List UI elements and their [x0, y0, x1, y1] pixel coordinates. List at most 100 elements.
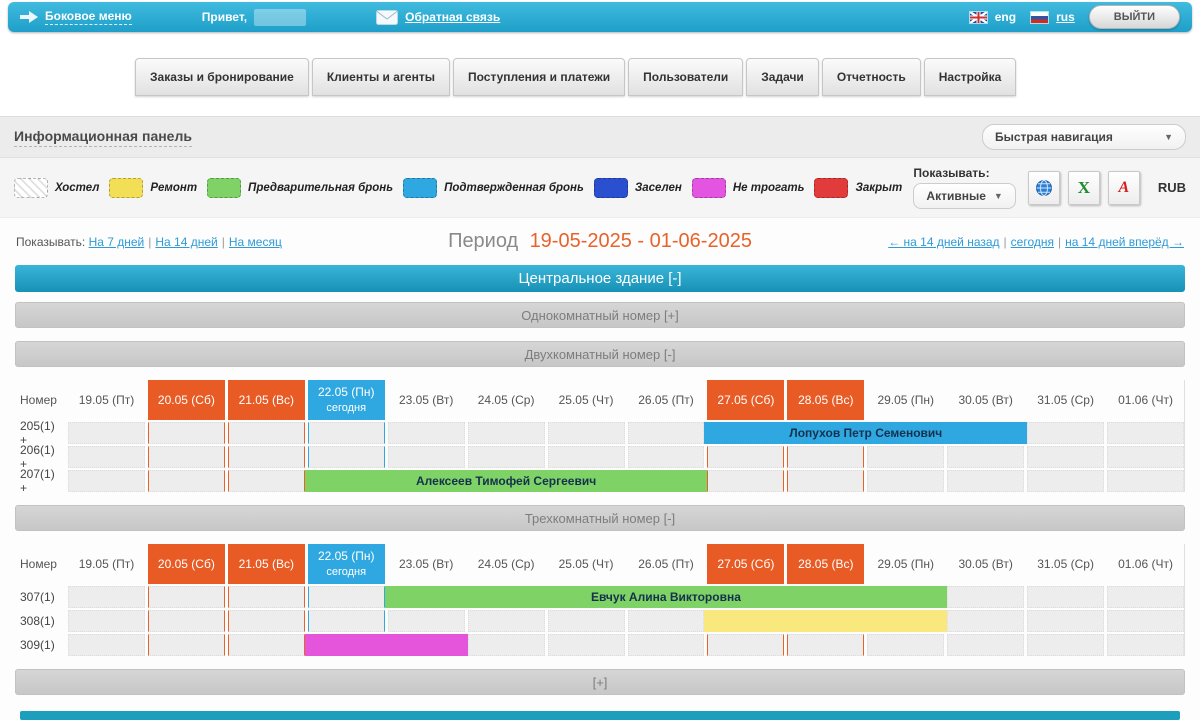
day-cell[interactable]	[68, 470, 145, 492]
day-cell[interactable]	[1107, 470, 1184, 492]
day-cell[interactable]	[1107, 446, 1184, 468]
day-cell[interactable]	[1027, 446, 1104, 468]
day-cell[interactable]	[1027, 634, 1104, 656]
day-cell[interactable]	[308, 586, 385, 608]
room-type-bar[interactable]: Однокомнатный номер [+]	[15, 302, 1185, 328]
day-cell[interactable]	[468, 610, 545, 632]
day-cell[interactable]	[308, 610, 385, 632]
day-cell[interactable]	[468, 422, 545, 444]
excel-export-icon[interactable]: X	[1068, 171, 1100, 205]
day-cell[interactable]	[308, 446, 385, 468]
day-cell[interactable]	[228, 446, 305, 468]
nav-tab[interactable]: Поступления и платежи	[453, 58, 625, 96]
day-cell[interactable]	[628, 610, 705, 632]
day-cell[interactable]	[468, 446, 545, 468]
day-cell[interactable]	[148, 586, 225, 608]
web-export-icon[interactable]	[1028, 171, 1060, 205]
day-cell[interactable]	[148, 634, 225, 656]
day-cell[interactable]	[707, 470, 784, 492]
day-cell[interactable]	[867, 446, 944, 468]
day-cell[interactable]	[228, 422, 305, 444]
day-cell[interactable]	[228, 610, 305, 632]
day-cell[interactable]	[68, 610, 145, 632]
day-cell[interactable]	[947, 586, 1024, 608]
back-14-days-link[interactable]: ← на 14 дней назад	[888, 235, 999, 249]
day-cell[interactable]	[548, 446, 625, 468]
quick-navigation-select[interactable]: Быстрая навигация ▼	[982, 124, 1186, 150]
day-cell[interactable]	[628, 446, 705, 468]
nav-tab[interactable]: Настройка	[924, 58, 1017, 96]
day-cell[interactable]	[68, 634, 145, 656]
day-cell[interactable]	[548, 422, 625, 444]
day-cell[interactable]	[1027, 586, 1104, 608]
day-cell[interactable]	[707, 634, 784, 656]
day-cell[interactable]	[388, 422, 465, 444]
day-cell[interactable]	[1027, 422, 1104, 444]
lang-eng-link[interactable]: eng	[995, 10, 1016, 24]
day-cell[interactable]	[628, 634, 705, 656]
day-cell[interactable]	[308, 422, 385, 444]
range-month-link[interactable]: На месяц	[229, 235, 282, 249]
day-cell[interactable]	[388, 610, 465, 632]
nav-tab[interactable]: Отчетность	[822, 58, 921, 96]
room-type-bar[interactable]: Трехкомнатный номер [-]	[15, 505, 1185, 531]
room-type-bar[interactable]: Двухкомнатный номер [-]	[15, 341, 1185, 367]
room-label[interactable]: 207(1) +	[15, 470, 65, 492]
forward-14-days-link[interactable]: на 14 дней вперёд →	[1065, 235, 1184, 249]
day-cell[interactable]	[947, 470, 1024, 492]
day-cell[interactable]	[228, 586, 305, 608]
booking-bar[interactable]	[305, 634, 468, 656]
day-cell[interactable]	[548, 634, 625, 656]
day-cell[interactable]	[867, 634, 944, 656]
day-cell[interactable]	[947, 446, 1024, 468]
day-cell[interactable]	[867, 470, 944, 492]
today-link[interactable]: сегодня	[1011, 235, 1054, 249]
day-cell[interactable]	[1027, 610, 1104, 632]
day-cell[interactable]	[787, 470, 864, 492]
room-label[interactable]: 206(1) +	[15, 446, 65, 468]
day-cell[interactable]	[1107, 586, 1184, 608]
room-label[interactable]: 308(1)	[15, 610, 65, 632]
range-7-days-link[interactable]: На 7 дней	[89, 235, 145, 249]
range-14-days-link[interactable]: На 14 дней	[155, 235, 217, 249]
booking-bar[interactable]: Евчук Алина Викторовна	[385, 586, 948, 608]
day-cell[interactable]	[787, 634, 864, 656]
booking-bar[interactable]: Алексеев Тимофей Сергеевич	[305, 470, 708, 492]
day-cell[interactable]	[787, 446, 864, 468]
day-cell[interactable]	[947, 634, 1024, 656]
day-cell[interactable]	[148, 422, 225, 444]
day-cell[interactable]	[228, 470, 305, 492]
day-cell[interactable]	[68, 422, 145, 444]
room-label[interactable]: 205(1) +	[15, 422, 65, 444]
day-cell[interactable]	[148, 610, 225, 632]
side-menu-link[interactable]: Боковое меню	[45, 9, 132, 25]
day-cell[interactable]	[707, 446, 784, 468]
room-label[interactable]: 307(1)	[15, 586, 65, 608]
day-cell[interactable]	[1027, 470, 1104, 492]
nav-tab[interactable]: Клиенты и агенты	[312, 58, 450, 96]
nav-tab[interactable]: Задачи	[746, 58, 819, 96]
lang-rus-link[interactable]: rus	[1056, 10, 1075, 24]
day-cell[interactable]	[228, 634, 305, 656]
day-cell[interactable]	[468, 634, 545, 656]
day-cell[interactable]	[68, 446, 145, 468]
day-cell[interactable]	[947, 610, 1024, 632]
nav-tab[interactable]: Пользователи	[628, 58, 743, 96]
booking-bar[interactable]: Лопухов Петр Семенович	[704, 422, 1027, 444]
day-cell[interactable]	[1107, 422, 1184, 444]
building-header-bar[interactable]: Центральное здание [-]	[15, 265, 1185, 292]
feedback-link[interactable]: Обратная связь	[405, 10, 500, 24]
day-cell[interactable]	[628, 422, 705, 444]
active-filter-select[interactable]: Активные ▼	[913, 183, 1015, 209]
room-type-bar[interactable]: [+]	[15, 669, 1185, 695]
day-cell[interactable]	[68, 586, 145, 608]
day-cell[interactable]	[148, 470, 225, 492]
day-cell[interactable]	[388, 446, 465, 468]
nav-tab[interactable]: Заказы и бронирование	[135, 58, 309, 96]
pdf-export-icon[interactable]: A	[1108, 171, 1140, 205]
day-cell[interactable]	[548, 610, 625, 632]
day-cell[interactable]	[148, 446, 225, 468]
logout-button[interactable]: выйти	[1089, 5, 1180, 29]
day-cell[interactable]	[1107, 634, 1184, 656]
booking-bar[interactable]	[704, 610, 947, 632]
